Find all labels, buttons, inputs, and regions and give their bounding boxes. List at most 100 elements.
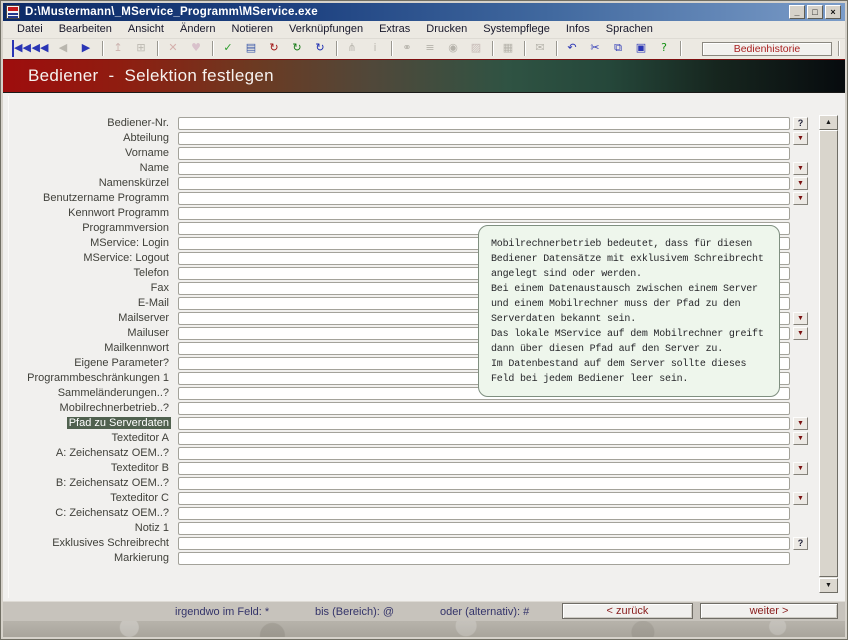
menu-bar: DateiBearbeitenAnsichtÄndernNotierenVerk… — [3, 21, 845, 39]
field-label-text-b-zeichensatz-oem: B: Zeichensatz OEM..? — [54, 477, 171, 489]
refresh-green-icon[interactable]: ↻ — [288, 40, 306, 57]
confirm-check-icon[interactable]: ✓ — [219, 40, 237, 57]
nav-next-icon[interactable]: ▶ — [77, 40, 95, 57]
field-label-pfad-zu-serverdaten: Pfad zu Serverdaten — [3, 417, 171, 430]
field-label-c-zeichensatz-oem: C: Zeichensatz OEM..? — [3, 507, 171, 520]
field-label-text-kennwort-programm: Kennwort Programm — [66, 207, 171, 219]
field-help-button-exklusives-schreibrecht[interactable]: ? — [793, 537, 808, 550]
field-dropdown-button-mailserver[interactable]: ▼ — [793, 312, 808, 325]
field-label-programmbeschränkungen-1: Programmbeschränkungen 1 — [3, 372, 171, 385]
toolbar-end-separator — [838, 41, 840, 56]
printer-icon: ▦ — [499, 40, 517, 57]
field-label-eigene-parameter: Eigene Parameter? — [3, 357, 171, 370]
field-input-pfad-zu-serverdaten[interactable] — [178, 417, 790, 430]
minimize-button[interactable]: _ — [789, 5, 805, 19]
field-label-text-mailuser: Mailuser — [125, 327, 171, 339]
refresh-blue-icon[interactable]: ↻ — [311, 40, 329, 57]
field-input-c-zeichensatz-oem[interactable] — [178, 507, 790, 520]
field-input-mobilrechnerbetrieb[interactable] — [178, 402, 790, 415]
field-label-mailserver: Mailserver — [3, 312, 171, 325]
field-input-a-zeichensatz-oem[interactable] — [178, 447, 790, 460]
form-view-icon[interactable]: ▤ — [242, 40, 260, 57]
bedienhistorie-button[interactable]: Bedienhistorie — [702, 42, 832, 56]
field-dropdown-button-benutzername-programm[interactable]: ▼ — [793, 192, 808, 205]
nav-prev-fast-icon[interactable]: ◀◀ — [31, 40, 49, 57]
menu-item-systempflege[interactable]: Systempflege — [475, 21, 558, 38]
field-label-text-e-mail: E-Mail — [136, 297, 171, 309]
field-input-kennwort-programm[interactable] — [178, 207, 790, 220]
toolbar-separator — [524, 41, 526, 56]
field-label-text-bediener-nr: Bediener-Nr. — [105, 117, 171, 129]
field-dropdown-button-namenskürzel[interactable]: ▼ — [793, 177, 808, 190]
field-input-benutzername-programm[interactable] — [178, 192, 790, 205]
field-label-text-sammeländerungen: Sammeländerungen..? — [56, 387, 171, 399]
field-input-b-zeichensatz-oem[interactable] — [178, 477, 790, 490]
undo-icon[interactable]: ↶ — [563, 40, 581, 57]
menu-item-extras[interactable]: Extras — [371, 21, 418, 38]
nav-first-icon[interactable]: ◀◀ — [12, 40, 26, 57]
vertical-scrollbar[interactable]: ▲ ▼ — [819, 115, 838, 593]
refresh-red-icon[interactable]: ↻ — [265, 40, 283, 57]
menu-item-notieren[interactable]: Notieren — [223, 21, 281, 38]
toolbar-separator — [492, 41, 494, 56]
next-button[interactable]: weiter > — [700, 603, 838, 619]
delete-icon: ✕ — [164, 40, 182, 57]
field-label-text-benutzername-programm: Benutzername Programm — [41, 192, 171, 204]
maximize-button[interactable]: □ — [807, 5, 823, 19]
menu-item-sprachen[interactable]: Sprachen — [598, 21, 661, 38]
field-input-abteilung[interactable] — [178, 132, 790, 145]
field-input-texteditor-c[interactable] — [178, 492, 790, 505]
field-dropdown-button-name[interactable]: ▼ — [793, 162, 808, 175]
field-dropdown-button-texteditor-c[interactable]: ▼ — [793, 492, 808, 505]
branch-icon: ⋔ — [343, 40, 361, 57]
toolbar-separator — [102, 41, 104, 56]
field-label-programmversion: Programmversion — [3, 222, 171, 235]
field-input-texteditor-b[interactable] — [178, 462, 790, 475]
menu-item-ansicht[interactable]: Ansicht — [120, 21, 172, 38]
field-label-mailuser: Mailuser — [3, 327, 171, 340]
close-button[interactable]: × — [825, 5, 841, 19]
scrollbar-down-button[interactable]: ▼ — [819, 578, 838, 593]
back-button[interactable]: < zurück — [562, 603, 693, 619]
field-input-exklusives-schreibrecht[interactable] — [178, 537, 790, 550]
favorite-icon: ♥ — [187, 40, 205, 57]
scrollbar-up-button[interactable]: ▲ — [819, 115, 838, 130]
field-label-kennwort-programm: Kennwort Programm — [3, 207, 171, 220]
menu-item-ändern[interactable]: Ändern — [172, 21, 223, 38]
field-dropdown-button-pfad-zu-serverdaten[interactable]: ▼ — [793, 417, 808, 430]
field-dropdown-button-mailuser[interactable]: ▼ — [793, 327, 808, 340]
menu-item-infos[interactable]: Infos — [558, 21, 598, 38]
field-input-markierung[interactable] — [178, 552, 790, 565]
paste-icon[interactable]: ▣ — [632, 40, 650, 57]
field-label-mailkennwort: Mailkennwort — [3, 342, 171, 355]
field-input-name[interactable] — [178, 162, 790, 175]
toolbar-separator — [336, 41, 338, 56]
menu-item-verknüpfungen[interactable]: Verknüpfungen — [281, 21, 371, 38]
field-dropdown-button-texteditor-b[interactable]: ▼ — [793, 462, 808, 475]
import-icon: ↥ — [109, 40, 127, 57]
bottom-texture-strip — [3, 621, 845, 637]
field-label-abteilung: Abteilung — [3, 132, 171, 145]
field-dropdown-button-abteilung[interactable]: ▼ — [793, 132, 808, 145]
field-input-vorname[interactable] — [178, 147, 790, 160]
field-input-namenskürzel[interactable] — [178, 177, 790, 190]
field-label-text-texteditor-a: Texteditor A — [110, 432, 171, 444]
field-input-texteditor-a[interactable] — [178, 432, 790, 445]
field-label-texteditor-c: Texteditor C — [3, 492, 171, 505]
cut-scissors-icon[interactable]: ✂ — [586, 40, 604, 57]
help-icon[interactable]: ? — [655, 40, 673, 57]
field-input-bediener-nr[interactable] — [178, 117, 790, 130]
eye-preview-icon: ◉ — [444, 40, 462, 57]
field-help-button-bediener-nr[interactable]: ? — [793, 117, 808, 130]
menu-item-drucken[interactable]: Drucken — [418, 21, 475, 38]
scrollbar-thumb[interactable] — [819, 130, 838, 577]
mail-envelope-icon: ✉ — [531, 40, 549, 57]
field-input-notiz-1[interactable] — [178, 522, 790, 535]
field-dropdown-button-texteditor-a[interactable]: ▼ — [793, 432, 808, 445]
tooltip-text: Mobilrechnerbetrieb bedeutet, dass für d… — [491, 237, 771, 387]
menu-item-bearbeiten[interactable]: Bearbeiten — [51, 21, 120, 38]
copy-icon[interactable]: ⧉ — [609, 40, 627, 57]
field-label-text-eigene-parameter: Eigene Parameter? — [72, 357, 171, 369]
field-label-b-zeichensatz-oem: B: Zeichensatz OEM..? — [3, 477, 171, 490]
menu-item-datei[interactable]: Datei — [9, 21, 51, 38]
